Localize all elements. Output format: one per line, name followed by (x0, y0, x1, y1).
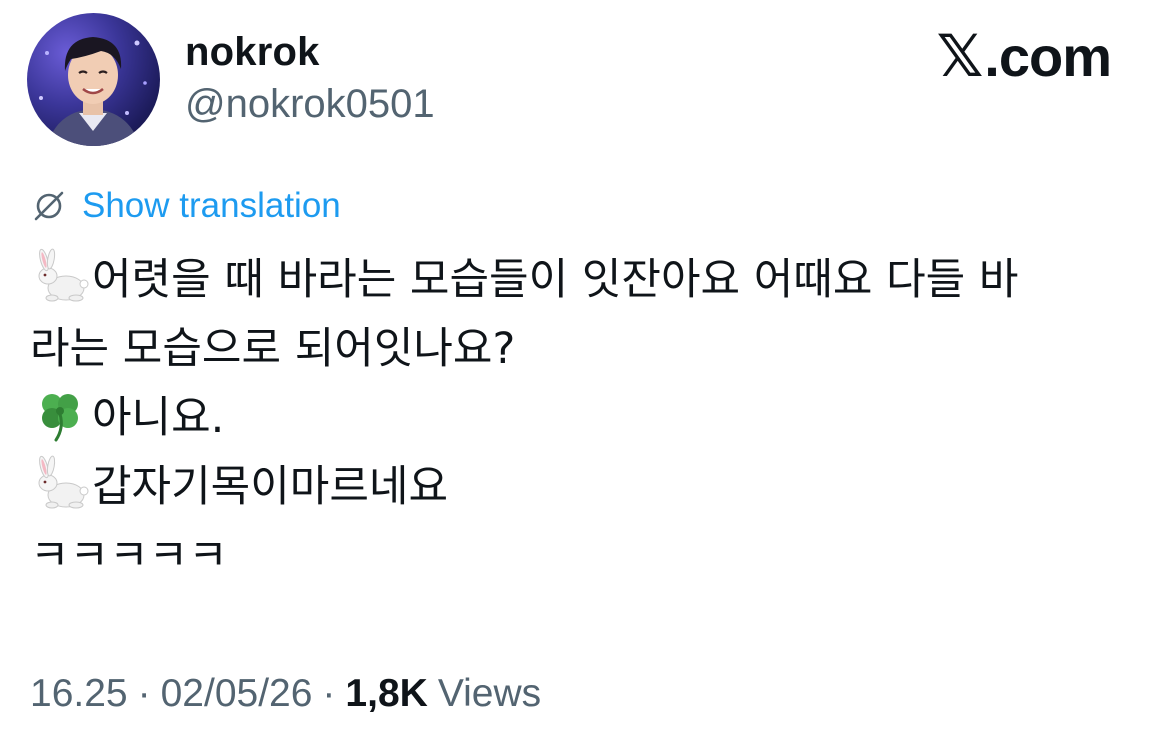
meta-separator: · (322, 672, 336, 715)
tweet-date[interactable]: 02/05/26 (161, 672, 313, 716)
avatar[interactable] (27, 13, 160, 146)
views-count[interactable]: 1,8K (345, 672, 427, 716)
tweet-time[interactable]: 16.25 (30, 672, 128, 716)
rabbit-icon (30, 453, 90, 513)
tweet-line: 아니요. (30, 384, 1130, 453)
tweet-line: 갑자기목이마르네요 (30, 453, 1130, 522)
tweet-meta: 16.25 · 02/05/26 · 1,8K Views (30, 672, 541, 716)
show-translation-button[interactable]: Show translation (30, 186, 341, 226)
brand-logo: 𝕏 .com (936, 22, 1112, 90)
avatar-image (39, 37, 147, 146)
display-name[interactable]: nokrok (185, 30, 320, 75)
tweet-line: 라는 모습으로 되어잇나요? (30, 315, 1130, 384)
four-leaf-clover-icon (30, 384, 90, 444)
tweet-line-text: ㅋㅋㅋㅋㅋ (30, 531, 228, 581)
tweet-line: ㅋㅋㅋㅋㅋ (30, 522, 1130, 591)
tweet-text: 어렷을 때 바라는 모습들이 잇잔아요 어때요 다들 바 라는 모습으로 되어잇… (30, 246, 1130, 591)
meta-separator: · (137, 672, 151, 715)
tweet-line-text: 갑자기목이마르네요 (92, 462, 449, 512)
user-handle[interactable]: @nokrok0501 (185, 82, 435, 127)
tweet-line-text: 라는 모습으로 되어잇나요? (30, 324, 516, 374)
show-translation-label: Show translation (82, 186, 341, 225)
rabbit-icon (30, 246, 90, 306)
tweet-line-text: 아니요. (92, 393, 225, 443)
tweet-line: 어렷을 때 바라는 모습들이 잇잔아요 어때요 다들 바 (30, 246, 1130, 315)
x-logo-icon: 𝕏 (936, 24, 984, 89)
brand-domain-text: .com (984, 24, 1112, 88)
globe-off-icon (30, 187, 68, 225)
views-label: Views (437, 672, 542, 715)
tweet-line-text: 어렷을 때 바라는 모습들이 잇잔아요 어때요 다들 바 (92, 255, 1019, 305)
